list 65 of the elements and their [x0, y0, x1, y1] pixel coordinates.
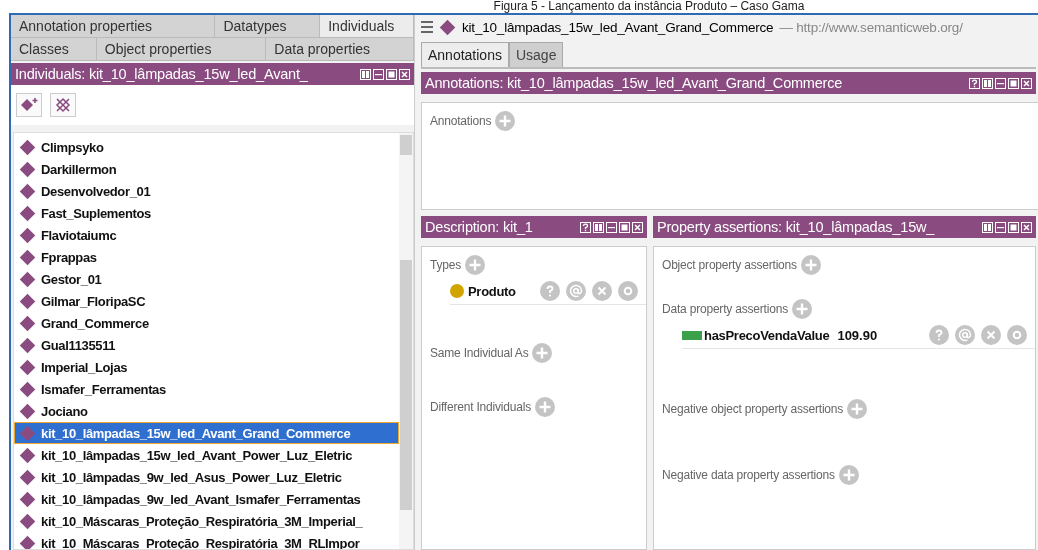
- tab[interactable]: Usage: [508, 42, 564, 67]
- section-label: Negative object property assertions: [662, 402, 844, 416]
- section-label: Different Individuals: [430, 400, 531, 414]
- stack-view-icon[interactable]: [606, 221, 617, 233]
- maximize-icon[interactable]: [386, 68, 397, 80]
- individual-item[interactable]: kit_10_lâmpadas_9w_led_Avant_Ismafer_Ferramentas: [14, 488, 399, 510]
- individual-item[interactable]: Gual1135511: [14, 334, 399, 356]
- individual-item[interactable]: Desenvolvedor_01: [14, 180, 399, 202]
- tab[interactable]: Annotations: [421, 42, 509, 67]
- individual-item[interactable]: Gestor_01: [14, 268, 399, 290]
- section-label: Same Individual As: [430, 346, 529, 360]
- individual-item[interactable]: kit_10_lâmpadas_15w_led_Avant_Grand_Commerce: [14, 422, 399, 444]
- individual-item[interactable]: kit_10_lâmpadas_9w_led_Asus_Power_Luz_Eletric: [14, 466, 399, 488]
- split-view-icon[interactable]: [982, 77, 993, 89]
- close-icon[interactable]: [1021, 77, 1032, 89]
- close-icon[interactable]: [399, 68, 410, 80]
- maximize-icon[interactable]: [1008, 221, 1019, 233]
- close-icon[interactable]: [1021, 221, 1032, 233]
- entity-iri: — http://www.semanticweb.org/: [779, 19, 963, 35]
- menu-icon[interactable]: [421, 21, 433, 33]
- help-icon[interactable]: [969, 77, 980, 89]
- section-label: Negative data property assertions: [662, 468, 835, 482]
- individual-item[interactable]: Darkillermon: [14, 158, 399, 180]
- individual-item[interactable]: Gilmar_FloripaSC: [14, 290, 399, 312]
- individual-item[interactable]: Jociano: [14, 400, 399, 422]
- individual-item[interactable]: Climpsyko: [14, 136, 399, 158]
- entity-title: kit_10_lâmpadas_15w_led_Avant_Grand_Commerce: [462, 19, 774, 35]
- individual-item[interactable]: Flaviotaiumc: [14, 224, 399, 246]
- section-label: Types: [430, 258, 462, 272]
- section-label: Data property assertions: [662, 302, 788, 316]
- individual-item[interactable]: Ismafer_Ferramentas: [14, 378, 399, 400]
- crossed-diamond-icon: [54, 96, 72, 114]
- tab[interactable]: Individuals: [320, 15, 414, 37]
- individual-item[interactable]: kit_10_Máscaras_Proteção_Respiratória_3M_Imperial_: [14, 510, 399, 532]
- view-title: Annotations: kit_10_lâmpadas_15w_led_Avant_Grand_Commerce: [425, 75, 844, 91]
- section-label: Annotations: [430, 114, 492, 128]
- stack-view-icon[interactable]: [995, 221, 1006, 233]
- scrollbar[interactable]: [399, 133, 413, 549]
- property-value: 109.90: [837, 327, 878, 343]
- stack-view-icon[interactable]: [373, 68, 384, 80]
- individual-item[interactable]: Fprappas: [14, 246, 399, 268]
- maximize-icon[interactable]: [1008, 77, 1019, 89]
- stack-view-icon[interactable]: [995, 77, 1006, 89]
- entity-name[interactable]: Produto: [468, 283, 516, 299]
- individual-item[interactable]: Fast_Suplementos: [14, 202, 399, 224]
- entity-name[interactable]: hasPrecoVendaValue: [704, 327, 830, 343]
- add-individual-button[interactable]: [16, 93, 42, 117]
- view-title: Description: kit_1: [425, 219, 534, 235]
- view-title: Individuals: kit_10_lâmpadas_15w_led_Avant_: [15, 66, 309, 82]
- diamond-plus-icon: [19, 97, 39, 113]
- class-icon: [450, 284, 464, 298]
- figure-caption: Figura 5 - Lançamento da instância Produto – Caso Gama: [492, 0, 806, 13]
- delete-individual-button[interactable]: [50, 93, 76, 117]
- split-view-icon[interactable]: [593, 221, 604, 233]
- split-view-icon[interactable]: [982, 221, 993, 233]
- split-view-icon[interactable]: [360, 68, 371, 80]
- individual-item[interactable]: kit_10_lâmpadas_15w_led_Avant_Power_Luz_Eletric: [14, 444, 399, 466]
- close-icon[interactable]: [632, 221, 643, 233]
- individual-item[interactable]: Grand_Commerce: [14, 312, 399, 334]
- help-icon[interactable]: [580, 221, 591, 233]
- section-label: Object property assertions: [662, 258, 797, 272]
- individual-item[interactable]: Imperial_Lojas: [14, 356, 399, 378]
- view-title: Property assertions: kit_10_lâmpadas_15w_: [657, 219, 936, 235]
- maximize-icon[interactable]: [619, 221, 630, 233]
- data-property-icon: [682, 330, 702, 340]
